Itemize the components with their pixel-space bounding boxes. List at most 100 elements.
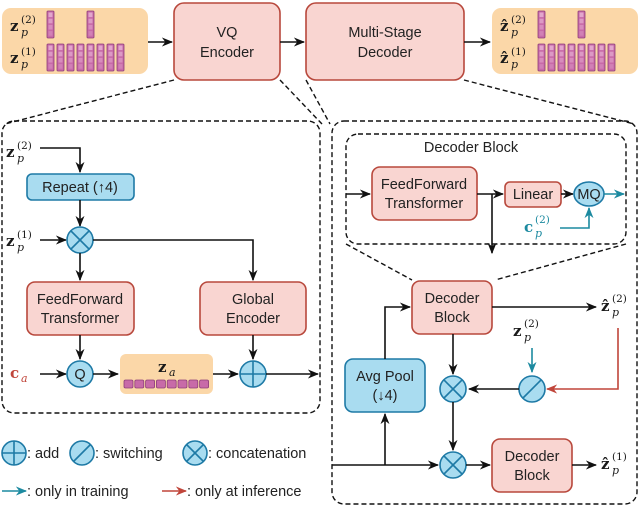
decoder-block-top[interactable]: Decoder Block: [411, 280, 493, 335]
svg-text:(↓4): (↓4): [373, 388, 398, 404]
vq-encoder-label-1: VQ: [217, 25, 238, 41]
svg-text:ẑ: ẑ: [500, 49, 509, 67]
token: [177, 379, 188, 389]
add-op-encoder: [239, 360, 267, 388]
svg-text:FeedForward: FeedForward: [37, 292, 123, 308]
arrow-avgpool-to-top-block: [384, 302, 412, 359]
svg-text:(1): (1): [21, 46, 36, 58]
svg-text:p: p: [17, 152, 24, 165]
enc-zp2-input: z p (2): [6, 140, 32, 165]
token: [557, 43, 566, 72]
token: [577, 43, 586, 72]
svg-text:Global: Global: [232, 292, 274, 308]
legend-concatenation: : concatenation: [182, 440, 306, 466]
svg-text:z: z: [6, 232, 15, 250]
dec-ff-transformer-block[interactable]: FeedForward Transformer: [371, 166, 478, 221]
arrow-concat-to-global: [93, 239, 258, 282]
decoder-label-1: Multi-Stage: [348, 25, 421, 41]
token: [66, 43, 75, 72]
svg-text:: concatenation: : concatenation: [208, 446, 306, 462]
zoom-connector-db-left: [345, 243, 413, 281]
svg-text:Transformer: Transformer: [41, 311, 120, 327]
svg-text:c: c: [524, 218, 533, 236]
quantizer-op: Q: [66, 360, 94, 388]
token: [199, 379, 210, 389]
svg-text:(1): (1): [612, 451, 627, 463]
zp2-ground-truth: z p (2): [513, 318, 539, 344]
token: [106, 43, 115, 72]
multi-stage-decoder-block[interactable]: Multi-Stage Decoder: [305, 2, 465, 81]
arrow-out2-to-switch: [545, 328, 619, 394]
concat-op-encoder: [66, 226, 94, 254]
arrow-zp2-to-repeat: [40, 147, 85, 174]
token: [567, 43, 576, 72]
svg-text:Q: Q: [74, 367, 85, 383]
vq-encoder-block[interactable]: VQ Encoder: [173, 2, 281, 81]
svg-text:p: p: [21, 26, 28, 39]
input-token-group: z p (2) z p (1): [2, 8, 148, 74]
architecture-diagram: z p (2) z p (1) VQ Encoder Multi-Stage D…: [1, 2, 638, 505]
svg-text:p: p: [612, 306, 619, 319]
token: [587, 43, 596, 72]
output-zp1-hat: ẑ p (1): [601, 451, 627, 477]
repeat-block[interactable]: Repeat (↑4): [26, 173, 135, 201]
token: [155, 379, 166, 389]
token: [547, 43, 556, 72]
svg-text:MQ: MQ: [577, 187, 600, 203]
token: [134, 379, 145, 389]
svg-text:a: a: [169, 366, 176, 379]
zoom-connector-db-right: [494, 243, 627, 281]
svg-text:Decoder: Decoder: [505, 449, 560, 465]
svg-text:p: p: [17, 241, 24, 254]
token: [166, 379, 177, 389]
switch-op: [518, 375, 546, 403]
svg-text:FeedForward: FeedForward: [381, 177, 467, 193]
za-token-group: z a: [120, 354, 213, 394]
enc-ff-transformer-block[interactable]: FeedForward Transformer: [26, 281, 135, 336]
vq-encoder-label-2: Encoder: [200, 45, 254, 61]
svg-text:(2): (2): [17, 140, 32, 152]
svg-text:(2): (2): [535, 214, 550, 226]
mq-op: MQ: [573, 181, 605, 207]
token: [86, 43, 95, 72]
svg-text:Block: Block: [514, 468, 550, 484]
svg-text:Linear: Linear: [513, 187, 553, 203]
concat-op-decoder-lower: [439, 451, 467, 479]
token: [577, 10, 586, 39]
svg-text:z: z: [513, 322, 522, 340]
svg-text:Repeat (↑4): Repeat (↑4): [42, 180, 118, 196]
arrow-cp-to-mq: [560, 206, 594, 229]
zoom-connectors: [4, 79, 635, 125]
svg-text:Decoder: Decoder: [425, 291, 480, 307]
svg-text:(2): (2): [21, 14, 36, 26]
token: [537, 10, 546, 39]
svg-text:(1): (1): [17, 229, 32, 241]
decoder-label-2: Decoder: [358, 45, 413, 61]
token: [145, 379, 156, 389]
svg-text:: only in training: : only in training: [27, 484, 129, 500]
decoder-block-bottom[interactable]: Decoder Block: [491, 438, 573, 493]
svg-text:p: p: [21, 58, 28, 71]
svg-text:a: a: [21, 372, 28, 385]
svg-text:p: p: [535, 227, 542, 240]
token: [607, 43, 616, 72]
legend-training: : only in training: [2, 484, 129, 500]
legend-inference: : only at inference: [162, 484, 301, 500]
svg-text:ẑ: ẑ: [601, 455, 610, 473]
concat-op-decoder-upper: [439, 375, 467, 403]
linear-block[interactable]: Linear: [504, 181, 562, 208]
avg-pool-block[interactable]: Avg Pool (↓4): [344, 358, 426, 413]
svg-text:c: c: [10, 364, 19, 382]
legend: : add : switching : concatenation : only…: [1, 440, 306, 500]
token: [46, 10, 55, 39]
output-token-group: ẑ p (2) ẑ p (1): [492, 8, 638, 74]
token: [123, 379, 134, 389]
svg-text:(1): (1): [511, 46, 526, 58]
global-encoder-block[interactable]: Global Encoder: [199, 281, 307, 336]
svg-text:Transformer: Transformer: [385, 196, 464, 212]
token: [116, 43, 125, 72]
svg-text:ẑ: ẑ: [500, 17, 509, 35]
svg-text:p: p: [511, 58, 518, 71]
output-zp2-hat: ẑ p (2): [601, 293, 627, 319]
svg-text:: switching: : switching: [95, 446, 163, 462]
